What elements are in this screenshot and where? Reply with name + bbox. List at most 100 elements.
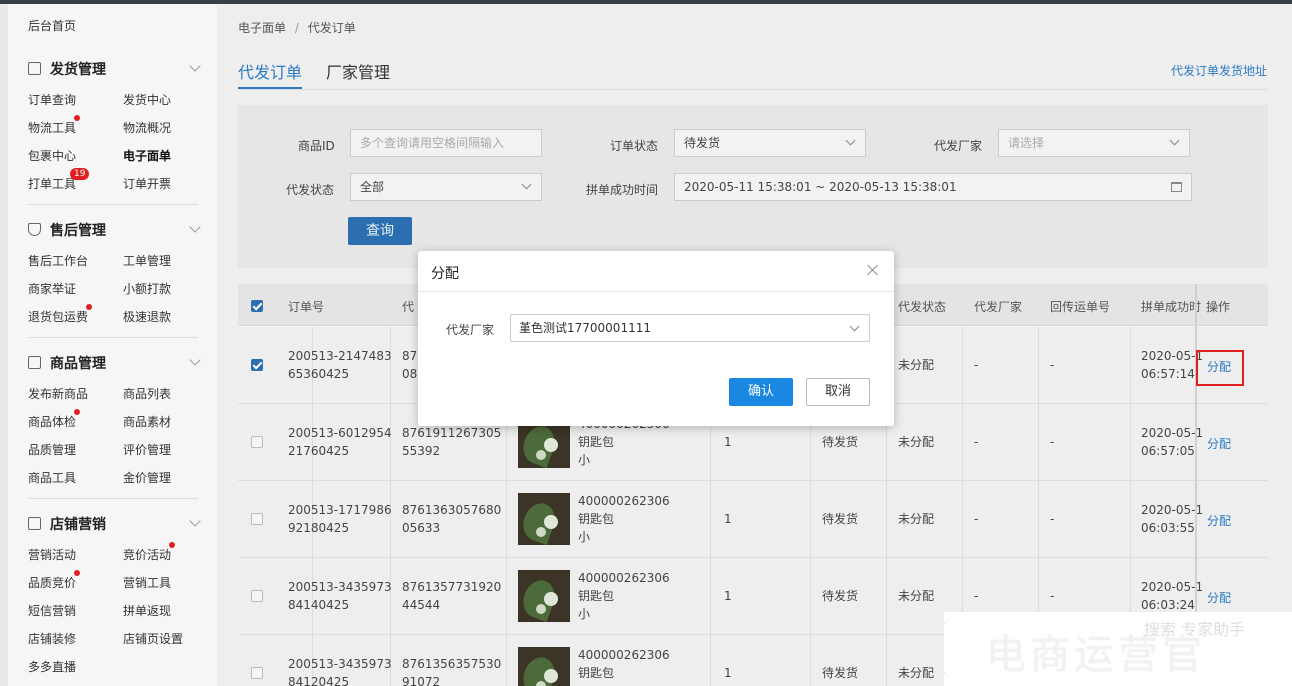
- sidebar-item-cashback[interactable]: 拼单返现: [123, 602, 171, 619]
- sidebar-item-sms[interactable]: 短信营销: [28, 602, 76, 619]
- sidebar-item-goods-check[interactable]: 商品体检: [28, 413, 76, 430]
- column-divider: [886, 635, 887, 686]
- dialog-title: 分配: [431, 266, 459, 282]
- tab-factory-manage[interactable]: 厂家管理: [326, 59, 390, 83]
- date-range-picker[interactable]: 2020-05-11 15:38:01 ~ 2020-05-13 15:38:0…: [674, 173, 1192, 201]
- row-checkbox[interactable]: [251, 359, 263, 371]
- sidebar-item-gold-price[interactable]: 金价管理: [123, 469, 171, 486]
- group-title: 店铺营销: [50, 517, 106, 533]
- sidebar-item-goods-material[interactable]: 商品素材: [123, 413, 171, 430]
- sidebar-item-shipping-center[interactable]: 发货中心: [123, 91, 171, 108]
- sidebar: 后台首页 发货管理 订单查询 发货中心 物流工具 物流概况 包裹中心 电子面单 …: [8, 4, 217, 686]
- sidebar-item-ticket[interactable]: 工单管理: [123, 252, 171, 269]
- sidebar-item-campaigns[interactable]: 营销活动: [28, 546, 76, 563]
- sidebar-home[interactable]: 后台首页: [28, 17, 76, 34]
- quantity: 1: [724, 589, 732, 603]
- proxy-status-select[interactable]: 全部: [350, 173, 542, 201]
- sidebar-item-publish-goods[interactable]: 发布新商品: [28, 385, 88, 402]
- order-status-select[interactable]: 待发货: [674, 129, 866, 157]
- row-checkbox[interactable]: [251, 436, 263, 448]
- factory: -: [974, 435, 979, 449]
- shipping-address-link[interactable]: 代发订单发货地址: [1171, 62, 1267, 79]
- close-icon[interactable]: [866, 263, 880, 277]
- sidebar-item-logistics-overview[interactable]: 物流概况: [123, 119, 171, 136]
- header-tracking: 回传运单号: [1050, 300, 1111, 314]
- sidebar-item-return-freight[interactable]: 退货包运费: [28, 308, 88, 325]
- dialog-factory-select[interactable]: 堇色测试17700001111: [510, 314, 870, 342]
- dialog-factory-label: 代发厂家: [446, 323, 495, 337]
- document-icon: [28, 62, 41, 75]
- sidebar-item-shop-settings[interactable]: 店铺页设置: [123, 630, 183, 647]
- sidebar-item-quality-bidding[interactable]: 品质竞价: [28, 574, 76, 591]
- sidebar-item-evidence[interactable]: 商家举证: [28, 280, 76, 297]
- row-checkbox[interactable]: [251, 590, 263, 602]
- assign-link[interactable]: 分配: [1207, 589, 1231, 606]
- sidebar-group-header[interactable]: 店铺营销: [8, 514, 217, 538]
- sidebar-item-invoice[interactable]: 订单开票: [123, 175, 171, 192]
- notification-dot: [169, 542, 175, 548]
- sidebar-item-bidding[interactable]: 竞价活动: [123, 546, 171, 563]
- cancel-button[interactable]: 取消: [806, 378, 870, 406]
- select-all-checkbox[interactable]: [251, 300, 263, 312]
- assign-link[interactable]: 分配: [1207, 512, 1231, 529]
- tab-proxy-orders[interactable]: 代发订单: [238, 59, 302, 83]
- proxy-status: 未分配: [898, 666, 935, 680]
- goods-id-input[interactable]: 多个查询请用空格间隔输入: [350, 129, 542, 157]
- order-status: 待发货: [822, 435, 859, 449]
- column-divider: [1038, 404, 1039, 481]
- assign-link[interactable]: 分配: [1207, 435, 1231, 452]
- factory-select[interactable]: 请选择: [998, 129, 1190, 157]
- sidebar-group-aftersale: 售后管理 售后工作台 工单管理 商家举证 小额打款 退货包运费 极速退款: [8, 220, 217, 324]
- sidebar-item-goods-list[interactable]: 商品列表: [123, 385, 171, 402]
- breadcrumb-parent[interactable]: 电子面单: [238, 21, 286, 35]
- column-divider: [962, 327, 963, 404]
- sidebar-item-reviews[interactable]: 评价管理: [123, 441, 171, 458]
- chevron-down-icon[interactable]: [189, 515, 201, 527]
- product-thumbnail[interactable]: [518, 570, 570, 622]
- proxy-code-line2: 44544: [402, 598, 441, 612]
- header-time: 拼单成功时: [1141, 300, 1202, 314]
- sidebar-item-small-payment[interactable]: 小额打款: [123, 280, 171, 297]
- sidebar-group-header[interactable]: 商品管理: [8, 353, 217, 377]
- sidebar-item-marketing-tool[interactable]: 营销工具: [123, 574, 171, 591]
- product-thumbnail[interactable]: [518, 493, 570, 545]
- sidebar-group-header[interactable]: 发货管理: [8, 59, 217, 83]
- sidebar-item-e-waybill[interactable]: 电子面单: [123, 147, 171, 164]
- group-title: 商品管理: [50, 356, 106, 372]
- chevron-down-icon[interactable]: [189, 60, 201, 72]
- order-status: 待发货: [822, 512, 859, 526]
- proxy-status: 未分配: [898, 589, 935, 603]
- row-checkbox[interactable]: [251, 667, 263, 679]
- sidebar-item-decoration[interactable]: 店铺装修: [28, 630, 76, 647]
- sidebar-item-aftersale-desk[interactable]: 售后工作台: [28, 252, 88, 269]
- column-divider: [506, 635, 507, 686]
- sidebar-item-order-query[interactable]: 订单查询: [28, 91, 76, 108]
- group-title: 发货管理: [50, 62, 106, 78]
- group-title: 售后管理: [50, 223, 106, 239]
- sidebar-item-logistics-tool[interactable]: 物流工具: [28, 119, 76, 136]
- query-button[interactable]: 查询: [348, 217, 412, 245]
- sidebar-item-fast-refund[interactable]: 极速退款: [123, 308, 171, 325]
- breadcrumb: 电子面单 / 代发订单: [238, 19, 356, 36]
- sidebar-item-goods-tool[interactable]: 商品工具: [28, 469, 76, 486]
- filter-panel: 商品ID 多个查询请用空格间隔输入 订单状态 待发货 代发厂家 请选择 代发状态…: [238, 105, 1268, 268]
- row-checkbox[interactable]: [251, 513, 263, 525]
- chevron-down-icon[interactable]: [189, 354, 201, 366]
- sidebar-group-header[interactable]: 售后管理: [8, 220, 217, 244]
- tab-divider: [238, 89, 1268, 90]
- sidebar-group-shipping: 发货管理 订单查询 发货中心 物流工具 物流概况 包裹中心 电子面单 打单工具 …: [8, 59, 217, 191]
- divider: [28, 337, 198, 338]
- chevron-down-icon[interactable]: [189, 221, 201, 233]
- sidebar-item-package-center[interactable]: 包裹中心: [28, 147, 76, 164]
- date-range-value: 2020-05-11 15:38:01 ~ 2020-05-13 15:38:0…: [684, 180, 957, 194]
- sidebar-item-print-tool[interactable]: 打单工具: [28, 175, 76, 192]
- confirm-button[interactable]: 确认: [729, 378, 793, 406]
- column-divider: [810, 481, 811, 558]
- product-thumbnail[interactable]: [518, 647, 570, 686]
- sidebar-item-quality[interactable]: 品质管理: [28, 441, 76, 458]
- order-status-label: 订单状态: [610, 139, 659, 153]
- divider: [28, 498, 198, 499]
- proxy-status: 未分配: [898, 512, 935, 526]
- proxy-code: 8761356357530: [402, 657, 502, 671]
- sidebar-item-live[interactable]: 多多直播: [28, 658, 76, 675]
